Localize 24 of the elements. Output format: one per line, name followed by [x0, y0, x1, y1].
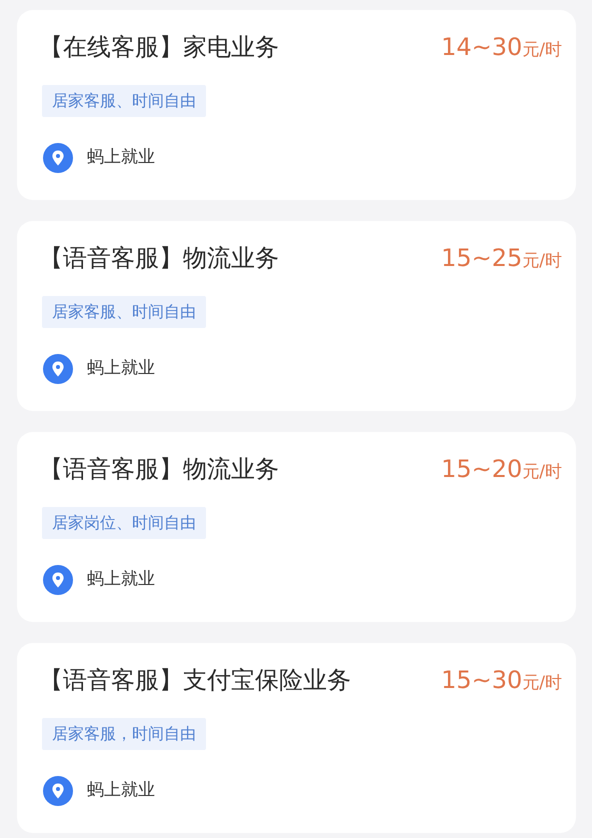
job-card[interactable]: 【语音客服】物流业务 15~25元/时 居家客服、时间自由 蚂上就业 [17, 221, 576, 411]
job-card[interactable]: 【语音客服】物流业务 15~20元/时 居家岗位、时间自由 蚂上就业 [17, 432, 576, 622]
location-pin-icon [43, 565, 73, 595]
job-title: 【语音客服】物流业务 [39, 454, 279, 485]
job-title: 【在线客服】家电业务 [39, 32, 279, 63]
company-name: 蚂上就业 [87, 146, 155, 170]
company-name: 蚂上就业 [87, 568, 155, 592]
job-card[interactable]: 【语音客服】支付宝保险业务 15~30元/时 居家客服，时间自由 蚂上就业 [17, 643, 576, 833]
job-title: 【语音客服】支付宝保险业务 [39, 665, 351, 696]
job-title: 【语音客服】物流业务 [39, 243, 279, 274]
location-pin-icon [43, 354, 73, 384]
salary: 15~20元/时 [441, 454, 562, 485]
job-tag: 居家客服、时间自由 [42, 296, 206, 328]
company-name: 蚂上就业 [87, 779, 155, 802]
job-tag: 居家客服、时间自由 [42, 85, 206, 117]
job-tag: 居家客服，时间自由 [42, 718, 206, 750]
location-pin-icon [43, 143, 73, 173]
job-tag: 居家岗位、时间自由 [42, 507, 206, 539]
salary: 14~30元/时 [441, 32, 562, 63]
company-name: 蚂上就业 [87, 357, 155, 380]
salary: 15~25元/时 [441, 243, 562, 274]
location-pin-icon [43, 776, 73, 806]
salary: 15~30元/时 [441, 665, 562, 696]
job-card[interactable]: 【在线客服】家电业务 14~30元/时 居家客服、时间自由 蚂上就业 [17, 10, 576, 200]
